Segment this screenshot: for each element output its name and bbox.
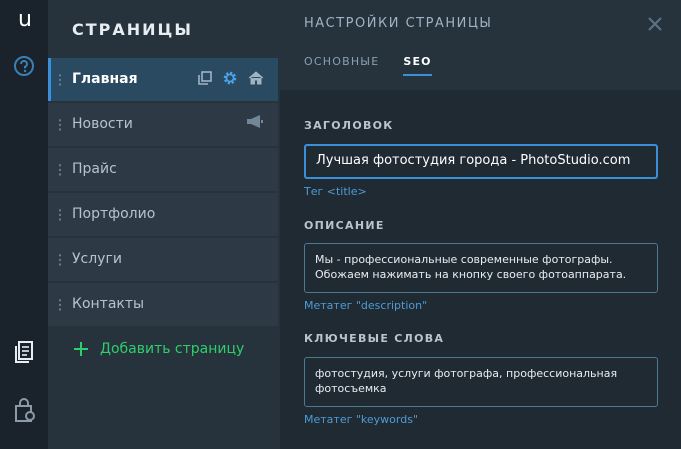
pages-icon[interactable] [14, 340, 34, 364]
icon-rail: u [0, 0, 48, 449]
page-item-label: Портфолио [72, 206, 156, 222]
pages-panel: СТРАНИЦЫ Главная Новости Прайс Портфолио… [48, 0, 280, 449]
tab-seo[interactable]: SEO [403, 55, 432, 76]
drag-handle-icon[interactable] [58, 298, 62, 312]
drag-handle-icon[interactable] [58, 73, 62, 87]
keywords-field-label: КЛЮЧЕВЫЕ СЛОВА [304, 332, 445, 345]
drag-handle-icon[interactable] [58, 163, 62, 177]
page-item-portfolio[interactable]: Портфолио [48, 193, 278, 236]
shopping-bag-icon[interactable] [14, 397, 36, 423]
page-item-services[interactable]: Услуги [48, 238, 278, 281]
title-field-label: ЗАГОЛОВОК [304, 119, 394, 132]
description-field-label: ОПИСАНИЕ [304, 219, 385, 232]
page-item-home[interactable]: Главная [48, 58, 278, 101]
page-item-label: Главная [72, 71, 138, 87]
page-item-news[interactable]: Новости [48, 103, 278, 146]
drag-handle-icon[interactable] [58, 253, 62, 267]
drag-handle-icon[interactable] [58, 208, 62, 222]
megaphone-icon [247, 115, 263, 128]
title-field-hint: Тег <title> [304, 185, 367, 198]
keywords-textarea[interactable]: фотостудия, услуги фотографа, профессион… [304, 357, 658, 407]
page-list: Главная Новости Прайс Портфолио Услуги К… [48, 58, 278, 328]
settings-tabs: ОСНОВНЫЕ SEO [304, 55, 432, 76]
page-item-label: Прайс [72, 161, 117, 177]
home-icon[interactable] [248, 71, 264, 85]
page-item-tools [198, 70, 264, 86]
tab-basic[interactable]: ОСНОВНЫЕ [304, 55, 379, 76]
add-page-label: Добавить страницу [100, 341, 245, 357]
page-item-tools [246, 115, 264, 129]
page-item-contacts[interactable]: Контакты [48, 283, 278, 326]
page-item-label: Новости [72, 116, 133, 132]
app-logo: u [18, 7, 32, 32]
help-icon[interactable] [13, 55, 35, 77]
page-settings-panel: НАСТРОЙКИ СТРАНИЦЫ ОСНОВНЫЕ SEO ЗАГОЛОВО… [280, 0, 681, 449]
page-item-label: Контакты [72, 296, 145, 312]
plus-icon [74, 342, 88, 356]
description-field-hint: Метатег "description" [304, 299, 428, 312]
pages-panel-title: СТРАНИЦЫ [72, 20, 193, 39]
settings-title: НАСТРОЙКИ СТРАНИЦЫ [304, 16, 493, 31]
drag-handle-icon[interactable] [58, 118, 62, 132]
close-icon[interactable] [647, 16, 663, 32]
description-textarea[interactable]: Мы - профессиональные современные фотогр… [304, 243, 658, 293]
settings-header: НАСТРОЙКИ СТРАНИЦЫ ОСНОВНЫЕ SEO [280, 0, 681, 90]
copy-icon[interactable] [198, 71, 212, 85]
add-page-button[interactable]: Добавить страницу [74, 341, 244, 357]
gear-icon[interactable] [222, 70, 238, 86]
page-item-label: Услуги [72, 251, 122, 267]
keywords-field-hint: Метатег "keywords" [304, 413, 419, 426]
page-item-price[interactable]: Прайс [48, 148, 278, 191]
title-input[interactable]: Лучшая фотостудия города - PhotoStudio.c… [304, 144, 658, 179]
